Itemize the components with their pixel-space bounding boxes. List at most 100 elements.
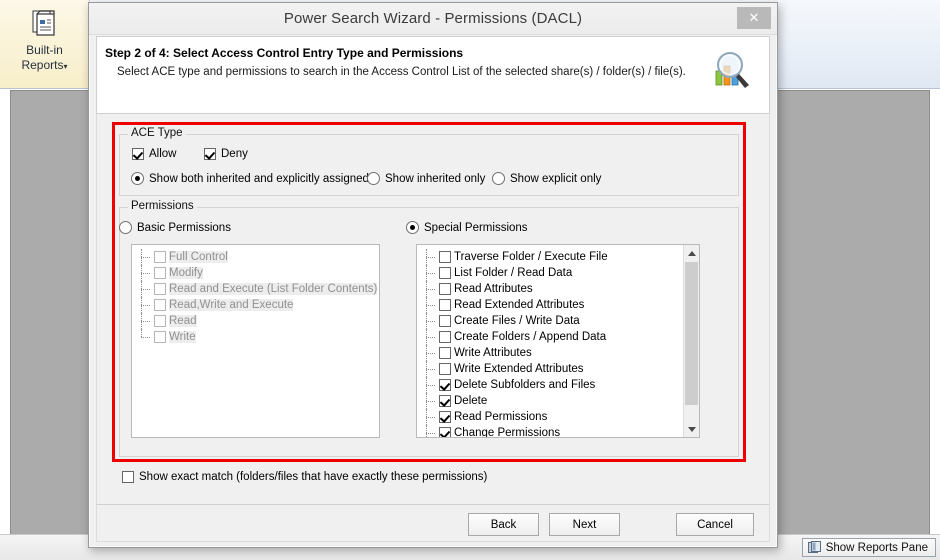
ribbon-label-line1: Built-in xyxy=(26,43,63,57)
checkbox-deny[interactable]: Deny xyxy=(204,148,248,160)
list-item-label: Traverse Folder / Execute File xyxy=(454,251,608,263)
list-item[interactable]: Modify xyxy=(132,265,379,281)
list-item-label: Write Attributes xyxy=(454,347,532,359)
checkbox-box[interactable] xyxy=(154,283,166,295)
step-title: Step 2 of 4: Select Access Control Entry… xyxy=(105,46,464,60)
checkbox-box[interactable] xyxy=(154,331,166,343)
checkbox-allow-box[interactable] xyxy=(132,148,144,160)
checkbox-box[interactable] xyxy=(439,427,451,437)
checkbox-show-exact-match[interactable]: Show exact match (folders/files that hav… xyxy=(122,471,487,483)
dialog-title: Power Search Wizard - Permissions (DACL) xyxy=(283,10,583,27)
checkbox-box[interactable] xyxy=(439,315,451,327)
list-item[interactable]: Delete Subfolders and Files xyxy=(417,377,683,393)
checkbox-show-exact-match-label: Show exact match (folders/files that hav… xyxy=(139,471,488,483)
list-item[interactable]: Read and Execute (List Folder Contents) xyxy=(132,281,379,297)
list-item[interactable]: Full Control xyxy=(132,249,379,265)
checkbox-box[interactable] xyxy=(154,251,166,263)
chevron-down-icon[interactable]: ▾ xyxy=(64,62,68,71)
back-button[interactable]: Back xyxy=(468,513,539,536)
radio-show-both[interactable]: Show both inherited and explicitly assig… xyxy=(131,172,369,185)
dialog-footer-pane: Back Next Cancel xyxy=(96,504,770,542)
ribbon-button-label: Built-in Reports▾ xyxy=(21,43,67,74)
ace-type-legend: ACE Type xyxy=(128,127,186,139)
checkbox-box[interactable] xyxy=(439,379,451,391)
list-item[interactable]: Read xyxy=(132,313,379,329)
dialog-title-bar: Power Search Wizard - Permissions (DACL)… xyxy=(89,3,777,35)
step-description: Select ACE type and permissions to searc… xyxy=(117,66,686,78)
ribbon-label-line2: Reports xyxy=(21,58,64,72)
list-item[interactable]: Read,Write and Execute xyxy=(132,297,379,313)
basic-permissions-list-inner: Full Control Modify Read and Execute (Li… xyxy=(132,245,379,437)
list-item-label: Modify xyxy=(169,267,203,279)
radio-special-permissions-label: Special Permissions xyxy=(424,221,528,234)
checkbox-show-exact-match-box[interactable] xyxy=(122,471,134,483)
ace-type-group: ACE Type Allow Deny Show both inherited … xyxy=(119,127,739,196)
checkbox-box[interactable] xyxy=(439,267,451,279)
list-item-label: Write Extended Attributes xyxy=(454,363,584,375)
list-item[interactable]: List Folder / Read Data xyxy=(417,265,683,281)
checkbox-box[interactable] xyxy=(439,299,451,311)
list-item[interactable]: Write Attributes xyxy=(417,345,683,361)
checkbox-deny-box[interactable] xyxy=(204,148,216,160)
radio-basic-permissions-dot[interactable] xyxy=(119,221,132,234)
special-permissions-list[interactable]: Traverse Folder / Execute File List Fold… xyxy=(416,244,700,438)
checkbox-box[interactable] xyxy=(439,411,451,423)
checkbox-box[interactable] xyxy=(439,395,451,407)
radio-basic-permissions[interactable]: Basic Permissions xyxy=(119,221,231,234)
radio-show-both-label: Show both inherited and explicitly assig… xyxy=(149,172,369,185)
radio-show-inherited-only-dot[interactable] xyxy=(367,172,380,185)
checkbox-allow[interactable]: Allow xyxy=(132,148,176,160)
list-item-label: Read Permissions xyxy=(454,411,548,423)
checkbox-deny-label: Deny xyxy=(221,148,248,160)
checkbox-box[interactable] xyxy=(154,267,166,279)
list-item[interactable]: Create Folders / Append Data xyxy=(417,329,683,345)
radio-special-permissions-dot[interactable] xyxy=(406,221,419,234)
list-item-label: Read xyxy=(169,315,197,327)
radio-show-explicit-only-dot[interactable] xyxy=(492,172,505,185)
checkbox-box[interactable] xyxy=(154,315,166,327)
search-report-magnifier-icon xyxy=(710,49,754,93)
power-search-wizard-dialog: Power Search Wizard - Permissions (DACL)… xyxy=(88,2,778,548)
list-item[interactable]: Change Permissions xyxy=(417,425,683,437)
checkbox-box[interactable] xyxy=(439,363,451,375)
radio-show-both-dot[interactable] xyxy=(131,172,144,185)
list-item-label: Create Folders / Append Data xyxy=(454,331,607,343)
ribbon-button-built-in-reports[interactable]: Built-in Reports▾ xyxy=(0,0,90,88)
radio-special-permissions[interactable]: Special Permissions xyxy=(406,221,528,234)
list-item[interactable]: Read Permissions xyxy=(417,409,683,425)
permissions-group: Permissions Basic Permissions Special Pe… xyxy=(119,200,739,457)
list-item-label: Read Extended Attributes xyxy=(454,299,585,311)
radio-show-inherited-only[interactable]: Show inherited only xyxy=(367,172,485,185)
list-item-label: Read and Execute (List Folder Contents) xyxy=(169,283,378,295)
list-item[interactable]: Create Files / Write Data xyxy=(417,313,683,329)
checkbox-box[interactable] xyxy=(154,299,166,311)
list-item-label: Read Attributes xyxy=(454,283,533,295)
panel-icon xyxy=(807,541,821,554)
checkbox-box[interactable] xyxy=(439,347,451,359)
list-item[interactable]: Read Attributes xyxy=(417,281,683,297)
list-item-label: List Folder / Read Data xyxy=(454,267,573,279)
list-item[interactable]: Read Extended Attributes xyxy=(417,297,683,313)
list-item[interactable]: Traverse Folder / Execute File xyxy=(417,249,683,265)
list-item-label: Write xyxy=(169,331,196,343)
list-item[interactable]: Write xyxy=(132,329,379,345)
radio-basic-permissions-label: Basic Permissions xyxy=(137,221,231,234)
radio-show-explicit-only[interactable]: Show explicit only xyxy=(492,172,601,185)
chevron-down-icon[interactable] xyxy=(684,421,699,437)
list-item-label: Create Files / Write Data xyxy=(454,315,580,327)
checkbox-box[interactable] xyxy=(439,283,451,295)
cancel-button[interactable]: Cancel xyxy=(676,513,754,536)
chevron-up-icon[interactable] xyxy=(684,245,699,261)
next-button[interactable]: Next xyxy=(549,513,620,536)
special-permissions-scrollbar[interactable] xyxy=(683,245,699,437)
list-item[interactable]: Write Extended Attributes xyxy=(417,361,683,377)
scrollbar-thumb[interactable] xyxy=(685,262,698,405)
list-item-label: Delete xyxy=(454,395,488,407)
dialog-header-pane: Step 2 of 4: Select Access Control Entry… xyxy=(96,36,770,114)
checkbox-box[interactable] xyxy=(439,251,451,263)
list-item[interactable]: Delete xyxy=(417,393,683,409)
basic-permissions-list[interactable]: Full Control Modify Read and Execute (Li… xyxy=(131,244,380,438)
checkbox-box[interactable] xyxy=(439,331,451,343)
close-icon[interactable]: ✕ xyxy=(737,7,771,29)
show-reports-pane-button[interactable]: Show Reports Pane xyxy=(801,538,936,557)
